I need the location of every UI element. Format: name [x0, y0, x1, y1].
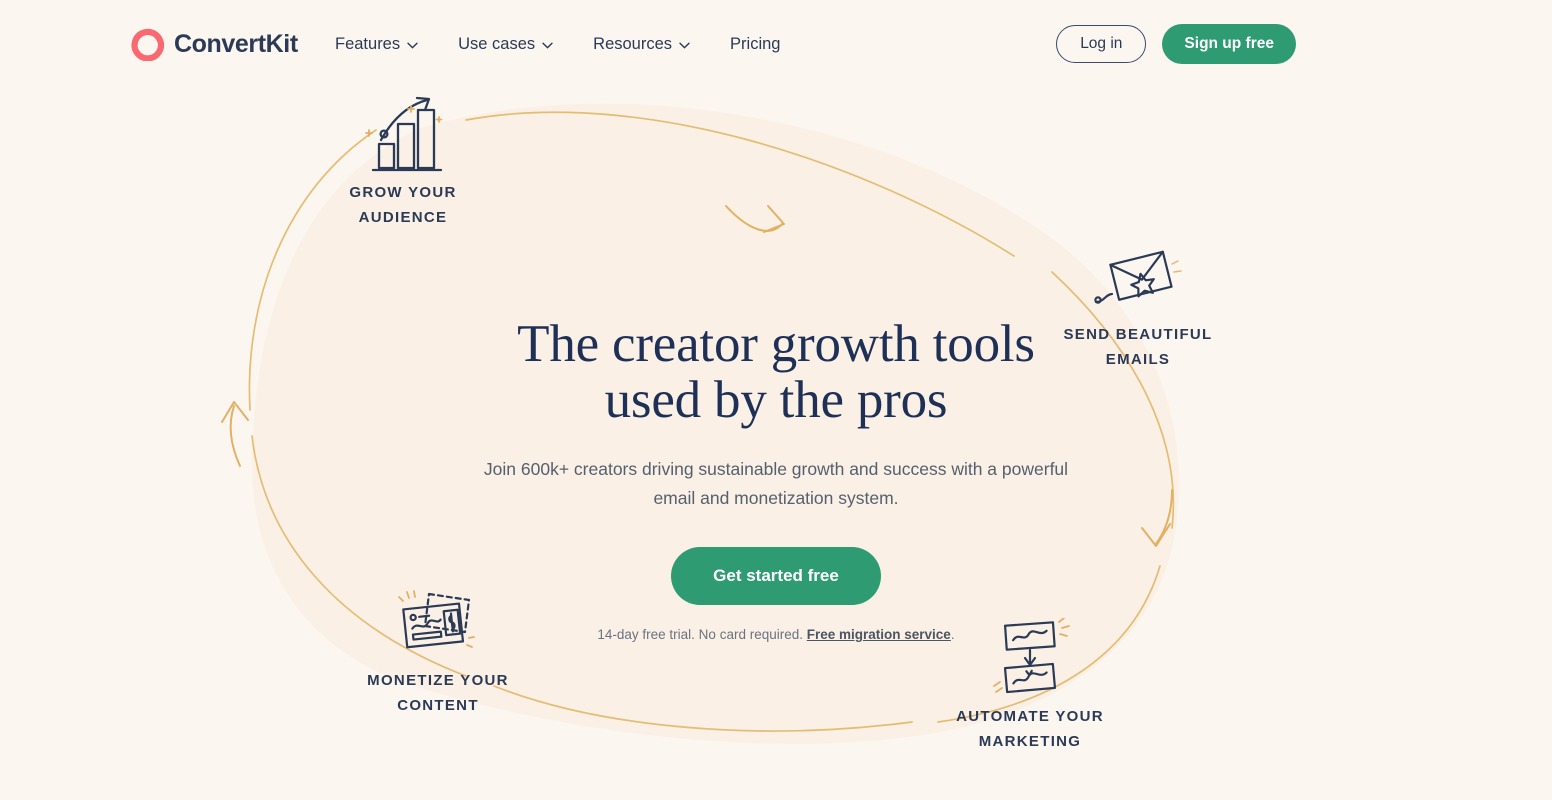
- hero-content: The creator growth tools used by the pro…: [456, 316, 1096, 642]
- nav-item-resources[interactable]: Resources: [593, 35, 690, 54]
- hero-trial-note: 14-day free trial. No card required. Fre…: [456, 627, 1096, 642]
- flow-arrow-top-right: [725, 205, 783, 232]
- envelope-star-icon: [1094, 250, 1182, 304]
- orbit-label-automate-marketing: Automate your marketing: [956, 708, 1104, 751]
- hero-title-line-2: used by the pros: [604, 371, 948, 430]
- header-actions: Log in Sign up free: [1056, 24, 1296, 64]
- orbit-label-monetize-content: Monetize your content: [367, 672, 509, 715]
- flow-arrow-left-up-head: [221, 401, 249, 423]
- flow-arrow-top-right-head: [763, 205, 785, 233]
- login-button[interactable]: Log in: [1056, 25, 1147, 63]
- nav-item-features[interactable]: Features: [335, 35, 418, 54]
- flow-line-bottom: [493, 685, 913, 732]
- nav-label-resources: Resources: [593, 34, 673, 53]
- orbit-label-grow-audience: Grow your audience: [349, 184, 457, 227]
- chevron-down-icon: [679, 42, 690, 49]
- flow-arrow-left-up: [229, 405, 241, 467]
- nav-label-features: Features: [335, 34, 401, 53]
- flow-line-top: [465, 111, 1015, 257]
- orbit-item-grow-audience: Grow your audience: [318, 92, 488, 230]
- free-migration-service-link[interactable]: Free migration service: [807, 627, 951, 642]
- hero-subtitle: Join 600k+ creators driving sustainable …: [483, 459, 1069, 509]
- nav-item-use-cases[interactable]: Use cases: [458, 35, 553, 54]
- flow-arrow-right-down-head: [1141, 523, 1171, 547]
- brand-name: ConvertKit: [174, 29, 298, 58]
- nav-item-pricing[interactable]: Pricing: [730, 35, 780, 54]
- nav-label-use-cases: Use cases: [458, 34, 536, 53]
- convertkit-circle-logo-icon: [131, 28, 164, 61]
- brand-logo-link[interactable]: ConvertKit: [131, 28, 298, 61]
- signup-free-button[interactable]: Sign up free: [1162, 24, 1296, 64]
- site-header: ConvertKit Features Use cases Resources …: [0, 0, 1552, 88]
- chevron-down-icon: [542, 42, 553, 49]
- hero-section: Grow your audience Send beautiful emails: [0, 0, 1552, 800]
- bar-chart-growth-icon: [365, 96, 443, 172]
- hero-title-line-1: The creator growth tools: [517, 315, 1035, 373]
- flow-arrow-right-down: [1155, 489, 1173, 545]
- page-title: The creator growth tools used by the pro…: [456, 316, 1096, 428]
- trial-note-text: 14-day free trial. No card required.: [597, 627, 807, 643]
- trial-note-suffix: .: [950, 627, 955, 643]
- chevron-down-icon: [407, 42, 418, 49]
- get-started-free-button[interactable]: Get started free: [671, 547, 881, 606]
- nav-label-pricing: Pricing: [730, 34, 781, 53]
- primary-nav: Features Use cases Resources Pricing: [335, 35, 780, 54]
